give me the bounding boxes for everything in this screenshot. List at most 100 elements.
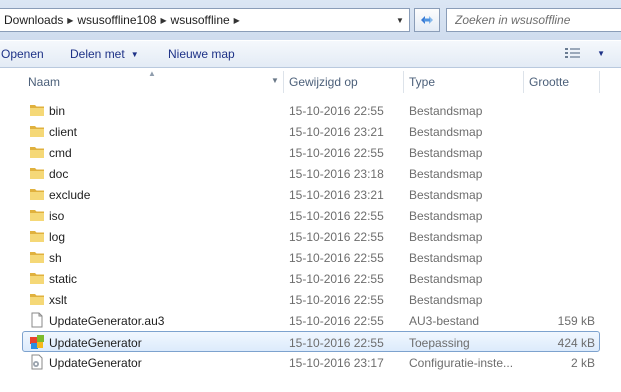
file-modified: 15-10-2016 23:21 — [289, 124, 384, 139]
file-name: exclude — [49, 187, 91, 202]
file-type: Bestandsmap — [409, 103, 483, 118]
list-item[interactable]: xslt 15-10-2016 22:55 Bestandsmap — [0, 289, 600, 310]
open-button[interactable]: Openen — [0, 41, 46, 67]
column-name-label: Naam — [28, 75, 61, 89]
address-bar[interactable]: Downloads ▶ wsusoffline108 ▶ wsusoffline… — [0, 8, 410, 32]
file-name: doc — [49, 166, 69, 181]
folder-icon — [30, 147, 44, 158]
change-view-button[interactable] — [565, 47, 581, 59]
chevron-right-icon[interactable]: ▶ — [63, 9, 77, 31]
chevron-down-icon: ▼ — [130, 49, 139, 59]
file-modified: 15-10-2016 22:55 — [289, 208, 384, 223]
list-item[interactable]: doc 15-10-2016 23:18 Bestandsmap — [0, 163, 600, 184]
breadcrumb-downloads[interactable]: Downloads — [4, 9, 63, 31]
file-type: Bestandsmap — [409, 208, 483, 223]
list-item[interactable]: bin 15-10-2016 22:55 Bestandsmap — [0, 100, 600, 121]
file-modified: 15-10-2016 22:55 — [289, 271, 384, 286]
settings-file-icon — [31, 354, 43, 370]
folder-icon — [30, 294, 44, 305]
file-size — [520, 289, 595, 310]
refresh-icon — [421, 16, 433, 24]
file-name: UpdateGenerator.au3 — [49, 313, 165, 328]
file-modified: 15-10-2016 22:55 — [289, 145, 384, 160]
file-type: Bestandsmap — [409, 271, 483, 286]
address-history-dropdown[interactable]: ▼ — [391, 9, 409, 31]
refresh-button[interactable] — [414, 8, 440, 32]
column-type-label: Type — [409, 75, 436, 89]
column-modified-label: Gewijzigd op — [289, 75, 358, 89]
list-item[interactable]: client 15-10-2016 23:21 Bestandsmap — [0, 121, 600, 142]
file-modified: 15-10-2016 23:17 — [289, 355, 384, 370]
chevron-right-icon[interactable]: ▶ — [157, 9, 171, 31]
folder-icon — [30, 210, 44, 221]
file-type: Configuratie-inste... — [409, 355, 514, 370]
file-name: xslt — [49, 292, 67, 307]
folder-icon — [30, 126, 44, 137]
list-item[interactable]: UpdateGenerator 15-10-2016 23:17 Configu… — [0, 352, 600, 373]
list-item[interactable]: static 15-10-2016 22:55 Bestandsmap — [0, 268, 600, 289]
file-modified: 15-10-2016 22:55 — [289, 292, 384, 307]
file-name: bin — [49, 103, 66, 118]
column-filter-dropdown[interactable]: ▼ — [271, 76, 279, 85]
file-type: Bestandsmap — [409, 145, 483, 160]
share-with-button[interactable]: Delen met ▼ — [68, 41, 141, 67]
list-item[interactable]: sh 15-10-2016 22:55 Bestandsmap — [0, 247, 600, 268]
file-size — [520, 226, 595, 247]
file-modified: 15-10-2016 22:55 — [289, 229, 384, 244]
folder-icon — [30, 189, 44, 200]
search-input[interactable] — [455, 13, 605, 27]
application-icon — [30, 335, 44, 349]
file-size — [520, 268, 595, 289]
column-divider[interactable] — [599, 71, 600, 93]
column-size[interactable]: Grootte — [523, 69, 599, 95]
navigation-bar: Downloads ▶ wsusoffline108 ▶ wsusoffline… — [0, 0, 621, 40]
list-item[interactable]: iso 15-10-2016 22:55 Bestandsmap — [0, 205, 600, 226]
file-type: Bestandsmap — [409, 187, 483, 202]
file-name: log — [49, 229, 66, 244]
details-view-icon — [565, 48, 580, 58]
column-size-label: Grootte — [529, 75, 570, 89]
file-type: Bestandsmap — [409, 229, 483, 244]
file-type: Bestandsmap — [409, 292, 483, 307]
breadcrumb-wsusoffline[interactable]: wsusoffline — [171, 9, 230, 31]
folder-icon — [30, 231, 44, 242]
list-item[interactable]: UpdateGenerator.au3 15-10-2016 22:55 AU3… — [0, 310, 600, 331]
breadcrumb-wsusoffline108[interactable]: wsusoffline108 — [77, 9, 156, 31]
column-header-bar: ▲ Naam ▼ Gewijzigd op Type Grootte — [0, 69, 621, 95]
file-name: UpdateGenerator — [49, 335, 142, 350]
file-type: AU3-bestand — [409, 313, 480, 328]
list-item-selected[interactable]: UpdateGenerator 15-10-2016 22:55 Toepass… — [22, 331, 600, 352]
file-name: client — [49, 124, 78, 139]
chevron-right-icon[interactable]: ▶ — [230, 9, 244, 31]
file-modified: 15-10-2016 23:21 — [289, 187, 384, 202]
file-name: cmd — [49, 145, 72, 160]
file-modified: 15-10-2016 22:55 — [289, 103, 384, 118]
file-modified: 15-10-2016 22:55 — [289, 335, 384, 350]
file-modified: 15-10-2016 23:18 — [289, 166, 384, 181]
new-folder-button[interactable]: Nieuwe map — [166, 41, 237, 67]
list-item[interactable]: log 15-10-2016 22:55 Bestandsmap — [0, 226, 600, 247]
file-size: 2 kB — [570, 355, 595, 370]
file-name: sh — [49, 250, 62, 265]
document-icon — [31, 312, 43, 328]
list-item[interactable]: exclude 15-10-2016 23:21 Bestandsmap — [0, 184, 600, 205]
file-size — [520, 184, 595, 205]
folder-icon — [30, 252, 44, 263]
view-options-dropdown[interactable]: ▼ — [597, 49, 605, 58]
search-field[interactable] — [446, 8, 621, 32]
file-size — [520, 142, 595, 163]
file-type: Bestandsmap — [409, 166, 483, 181]
file-size — [520, 163, 595, 184]
column-type[interactable]: Type — [403, 69, 523, 95]
folder-icon — [30, 168, 44, 179]
file-modified: 15-10-2016 22:55 — [289, 250, 384, 265]
column-name[interactable]: Naam — [22, 69, 282, 95]
list-item[interactable]: cmd 15-10-2016 22:55 Bestandsmap — [0, 142, 600, 163]
file-size: 424 kB — [557, 335, 595, 350]
folder-icon — [30, 273, 44, 284]
share-with-label: Delen met — [70, 47, 125, 61]
file-type: Toepassing — [409, 335, 470, 350]
file-size: 159 kB — [557, 313, 595, 328]
column-modified[interactable]: Gewijzigd op — [283, 69, 403, 95]
file-type: Bestandsmap — [409, 124, 483, 139]
